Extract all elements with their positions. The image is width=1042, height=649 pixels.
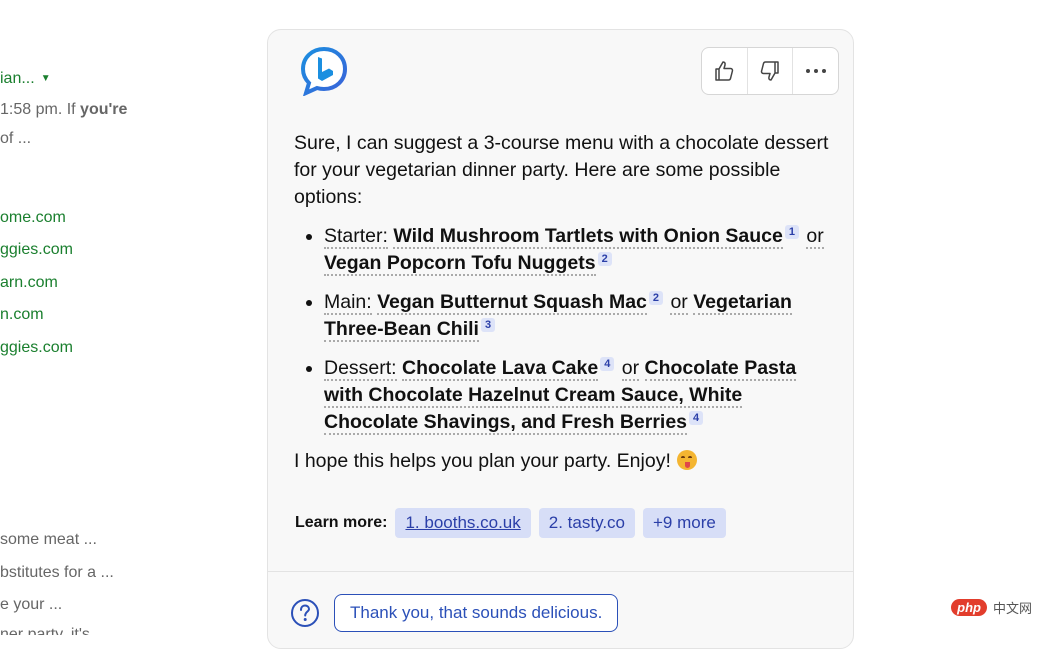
- more-icon: [805, 69, 826, 73]
- related-search[interactable]: some meat ...: [0, 531, 97, 549]
- citation-badge[interactable]: 2: [648, 290, 664, 305]
- chat-message: Sure, I can suggest a 3-course menu with…: [294, 130, 834, 475]
- citation-badge[interactable]: 4: [600, 356, 615, 371]
- list-item: Dessert: Chocolate Lava Cake4 or Chocola…: [324, 355, 834, 436]
- more-sources-chip[interactable]: +9 more: [643, 508, 726, 538]
- or-text: or: [670, 291, 688, 315]
- course-label: Starter:: [324, 225, 388, 249]
- watermark-badge: php: [951, 599, 987, 616]
- result-snippet: 1:58 pm. If you're: [0, 101, 128, 118]
- menu-option-link[interactable]: Vegan Popcorn Tofu Nuggets: [324, 252, 596, 276]
- citation-badge[interactable]: 4: [689, 410, 704, 425]
- or-text: or: [806, 225, 824, 249]
- caret-down-icon[interactable]: ▼: [41, 73, 51, 84]
- menu-option-link[interactable]: Vegan Butternut Squash Mac: [377, 291, 647, 315]
- list-item: Main: Vegan Butternut Squash Mac2 or Veg…: [324, 289, 834, 343]
- thumbs-down-icon: [760, 61, 779, 81]
- related-search[interactable]: bstitutes for a ...: [0, 564, 114, 582]
- citation-badge[interactable]: 3: [480, 317, 496, 332]
- watermark: php 中文网: [951, 598, 1032, 617]
- result-url[interactable]: ggies.com: [0, 241, 73, 259]
- suggested-reply-button[interactable]: Thank you, that sounds delicious.: [334, 594, 619, 632]
- feedback-bar: [701, 47, 839, 95]
- more-options-button[interactable]: [793, 48, 838, 94]
- result-url[interactable]: n.com: [0, 306, 44, 324]
- divider: [268, 571, 853, 572]
- thumbs-up-icon: [715, 61, 734, 81]
- menu-option-link[interactable]: Wild Mushroom Tartlets with Onion Sauce: [393, 225, 783, 249]
- result-url[interactable]: ggies.com: [0, 339, 73, 357]
- yum-emoji-icon: [676, 450, 697, 470]
- bing-chat-logo: [300, 46, 348, 96]
- result-snippet: of ...: [0, 130, 32, 147]
- suggestion-bar: Thank you, that sounds delicious.: [290, 594, 619, 632]
- learn-more-bar: Learn more: 1. booths.co.uk 2. tasty.co …: [295, 508, 726, 538]
- result-url[interactable]: ome.com: [0, 209, 66, 227]
- related-search[interactable]: e your ...: [0, 596, 62, 614]
- menu-options-list: Starter: Wild Mushroom Tartlets with Oni…: [294, 223, 834, 436]
- or-text: or: [621, 357, 640, 381]
- source-chip[interactable]: 2. tasty.co: [538, 508, 635, 538]
- message-intro: Sure, I can suggest a 3-course menu with…: [294, 132, 829, 208]
- learn-more-label: Learn more:: [295, 514, 388, 531]
- watermark-text: 中文网: [992, 601, 1032, 616]
- menu-option-link[interactable]: Chocolate Lava Cake: [402, 357, 599, 381]
- dislike-button[interactable]: [748, 48, 794, 94]
- related-search[interactable]: ner party, it's: [0, 626, 90, 635]
- source-chip[interactable]: 1. booths.co.uk: [395, 508, 531, 538]
- course-label: Main:: [324, 291, 372, 315]
- citation-badge[interactable]: 2: [597, 251, 612, 266]
- list-item: Starter: Wild Mushroom Tartlets with Oni…: [324, 223, 834, 277]
- result-url[interactable]: arn.com: [0, 274, 58, 292]
- result-title[interactable]: ian... ▼: [0, 70, 51, 88]
- message-closing: I hope this helps you plan your party. E…: [294, 448, 834, 475]
- search-results-panel: ian... ▼ 1:58 pm. If you're of ... ome.co…: [0, 0, 260, 635]
- course-label: Dessert:: [324, 357, 397, 381]
- like-button[interactable]: [702, 48, 748, 94]
- citation-badge[interactable]: 1: [784, 224, 799, 239]
- question-icon[interactable]: [290, 598, 320, 628]
- chat-response-card: Sure, I can suggest a 3-course menu with…: [267, 29, 854, 649]
